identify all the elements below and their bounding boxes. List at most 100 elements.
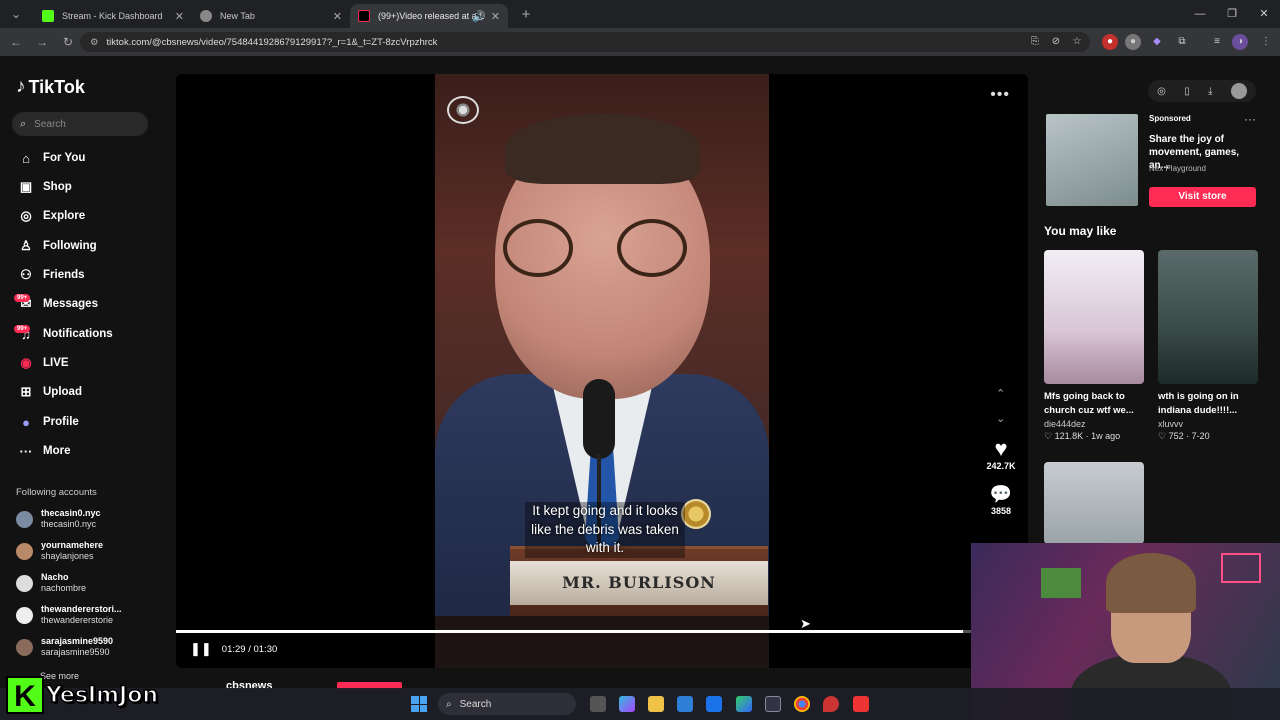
taskbar-search[interactable]: ⌕ Search <box>438 693 576 715</box>
nav-more[interactable]: ··· More <box>16 440 71 462</box>
video-progress-fill <box>176 630 964 633</box>
tab-new-tab[interactable]: New Tab ✕ <box>192 4 350 28</box>
store-icon[interactable] <box>677 696 693 712</box>
menu-kebab-icon[interactable]: ⋮ <box>1258 34 1274 50</box>
mute-tab-icon[interactable]: 🔊 <box>472 10 486 23</box>
following-account[interactable]: yournamehere shaylanjones <box>16 540 103 562</box>
chrome-icon[interactable] <box>794 696 810 712</box>
video-thumbnail[interactable] <box>1044 462 1144 544</box>
forward-icon[interactable]: → <box>30 35 54 49</box>
account-name: yournamehere <box>41 540 104 550</box>
close-window-icon[interactable]: ✕ <box>1248 0 1280 28</box>
back-icon[interactable]: ← <box>4 35 28 49</box>
video-player[interactable]: MR. BURLISON It kept going and it looks … <box>176 74 1028 668</box>
video-progress-bar[interactable] <box>176 630 971 633</box>
bookmark-star-icon[interactable]: ☆ <box>1069 34 1085 50</box>
windows-start-icon[interactable] <box>411 696 427 712</box>
user-avatar-icon[interactable] <box>1230 83 1247 99</box>
avatar <box>16 510 33 528</box>
new-tab-button[interactable]: + <box>514 6 538 23</box>
window-controls: — ❐ ✕ <box>1184 0 1280 28</box>
nav-notifications[interactable]: ♫ 99+ Notifications <box>14 323 113 345</box>
account-name: thewandererstori... <box>41 604 122 614</box>
following-accounts-title: Following accounts <box>16 487 97 498</box>
webcam-shelf <box>1041 568 1081 598</box>
recommended-video-card[interactable] <box>1044 462 1144 544</box>
nav-friends[interactable]: ⚇ Friends <box>16 264 84 286</box>
prev-video-arrow-icon[interactable]: ⌃ <box>996 387 1005 400</box>
nav-for-you[interactable]: ⌂ For You <box>16 147 85 169</box>
download-icon[interactable]: ⤓ <box>1208 86 1212 97</box>
account-handle: nachombre <box>41 583 87 593</box>
next-video-arrow-icon[interactable]: ⌄ <box>996 412 1005 425</box>
live-icon: ◉ <box>20 355 32 370</box>
following-account[interactable]: sarajasmine9590 sarajasmine9590 <box>16 636 113 658</box>
sponsored-more-icon[interactable]: ··· <box>1244 112 1256 126</box>
mail-icon[interactable] <box>706 696 722 712</box>
file-explorer-icon[interactable] <box>648 696 664 712</box>
close-tab-icon[interactable]: ✕ <box>175 10 184 23</box>
app-icon[interactable] <box>736 696 752 712</box>
app-icon[interactable] <box>853 696 869 712</box>
video-frame[interactable]: MR. BURLISON It kept going and it looks … <box>435 74 769 668</box>
site-info-icon[interactable]: ⚙ <box>90 37 99 48</box>
task-view-icon[interactable] <box>590 696 606 712</box>
recommended-video-card[interactable]: wth is going on in indiana dude!!!!... x… <box>1158 250 1258 442</box>
nav-live[interactable]: ◉ LIVE <box>16 352 68 374</box>
comment-icon[interactable]: 💬 <box>986 482 1016 506</box>
eye-off-icon[interactable]: ⊘ <box>1048 34 1064 50</box>
nav-following[interactable]: ♙ Following <box>16 235 96 257</box>
extension-red-icon[interactable]: ● <box>1102 34 1118 50</box>
pause-icon[interactable]: ❚❚ <box>190 641 212 657</box>
search-input[interactable]: ⌕ Search <box>12 112 148 136</box>
friends-icon: ⚇ <box>20 267 32 282</box>
media-control-icon[interactable]: ≡ <box>1209 34 1225 50</box>
following-account[interactable]: Nacho nachombre <box>16 572 86 594</box>
sponsored-thumbnail[interactable] <box>1046 114 1138 206</box>
restore-icon[interactable]: ❐ <box>1216 0 1248 28</box>
url-field[interactable]: ⚙ tiktok.com/@cbsnews/video/754844192867… <box>80 32 1090 52</box>
compass-icon[interactable]: ◎ <box>1157 86 1166 97</box>
streamer-logo: K YesImJon <box>6 674 159 716</box>
tiktok-logo[interactable]: ♪ TikTok <box>16 76 85 98</box>
extension-gray-icon[interactable]: ● <box>1125 34 1141 50</box>
tab-tiktok-video[interactable]: (99+)Video released at a U 🔊 ✕ <box>350 4 508 28</box>
address-bar-row: ← → ↻ ⚙ tiktok.com/@cbsnews/video/754844… <box>0 28 1280 56</box>
tab-kick-dashboard[interactable]: Stream - Kick Dashboard ✕ <box>34 4 192 28</box>
following-account[interactable]: thecasin0.nyc thecasin0.nyc <box>16 508 101 530</box>
nav-explore[interactable]: ◎ Explore <box>16 205 85 227</box>
nav-messages[interactable]: ✉ 99+ Messages <box>14 293 98 315</box>
nav-profile[interactable]: ● Profile <box>16 411 79 433</box>
extension-purple-icon[interactable]: ◆ <box>1149 34 1165 50</box>
close-tab-icon[interactable]: ✕ <box>491 10 500 23</box>
heart-icon[interactable]: ♥ <box>986 437 1016 461</box>
minimize-icon[interactable]: — <box>1184 0 1216 28</box>
copilot-icon[interactable] <box>619 696 635 712</box>
search-icon: ⌕ <box>20 117 27 130</box>
video-more-icon[interactable]: ••• <box>990 86 1010 104</box>
recommended-video-card[interactable]: Mfs going back to church cuz wtf we... d… <box>1044 250 1144 442</box>
app-icon[interactable] <box>823 696 839 712</box>
kick-logo-icon: K <box>6 676 44 714</box>
comment-action[interactable]: 💬 3858 <box>986 482 1016 516</box>
nav-upload[interactable]: ⊞ Upload <box>16 381 82 403</box>
visit-store-button[interactable]: Visit store <box>1149 187 1256 207</box>
tab-search-icon[interactable]: ⌄ <box>4 7 28 21</box>
card-user: die444dez <box>1044 419 1086 429</box>
video-thumbnail[interactable] <box>1044 250 1144 384</box>
reload-icon[interactable]: ↻ <box>56 35 80 49</box>
extensions-puzzle-icon[interactable]: ⧉ <box>1174 34 1190 50</box>
cast-icon[interactable]: ⎘ <box>1027 34 1043 50</box>
webcam-hair <box>1106 553 1196 613</box>
phone-icon[interactable]: ▯ <box>1184 86 1190 97</box>
close-tab-icon[interactable]: ✕ <box>333 10 342 23</box>
nameplate-text: MR. BURLISON <box>510 561 768 605</box>
profile-avatar-icon[interactable]: ◑ <box>1232 34 1248 50</box>
app-icon[interactable] <box>765 696 781 712</box>
nav-shop[interactable]: ▣ Shop <box>16 176 72 198</box>
like-action[interactable]: ♥ 242.7K <box>986 437 1016 472</box>
video-thumbnail[interactable] <box>1158 250 1258 384</box>
tiktok-sidebar: ♪ TikTok ⌕ Search ⌂ For You ▣ Shop ◎ Explor… <box>0 56 170 720</box>
taskbar-search-label: Search <box>459 698 492 710</box>
following-account[interactable]: thewandererstori... thewandererstorie <box>16 604 122 626</box>
